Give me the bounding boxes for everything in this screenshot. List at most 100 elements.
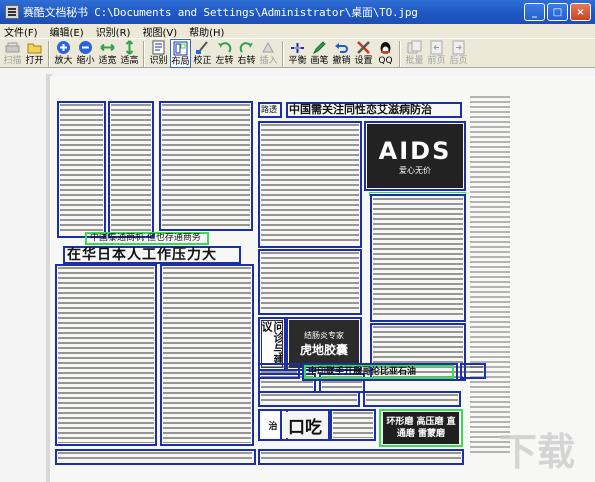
scan-button[interactable]: 扫描 xyxy=(2,39,23,68)
next-page-button[interactable]: 后页 xyxy=(448,39,469,68)
toolbar-separator xyxy=(282,41,284,67)
balance-icon xyxy=(290,40,305,55)
undo-icon xyxy=(334,40,349,55)
fit-width-icon xyxy=(100,40,115,55)
zoom-out-icon xyxy=(78,40,93,55)
toolbar-separator xyxy=(143,41,145,67)
menu-edit[interactable]: 编辑(E) xyxy=(50,24,84,39)
deskew-label: 校正 xyxy=(193,56,212,66)
qq-penguin-icon xyxy=(378,40,393,55)
layout-region[interactable] xyxy=(330,409,376,441)
fit-width-button[interactable]: 适宽 xyxy=(97,39,118,68)
image-region[interactable] xyxy=(379,409,463,447)
layout-region[interactable] xyxy=(363,391,461,407)
prev-page-label: 前页 xyxy=(427,56,446,66)
text-block xyxy=(470,96,510,456)
window-title: 赛酷文档秘书 C:\Documents and Settings\Adminis… xyxy=(23,6,418,19)
image-workspace[interactable]: 中国泰通商机 但也存通商务 在华日本人工作压力大 路透 中国需关注同性恋艾滋病防… xyxy=(0,68,595,482)
zoom-in-icon xyxy=(56,40,71,55)
image-region[interactable] xyxy=(280,409,330,441)
open-button[interactable]: 打开 xyxy=(24,39,45,68)
scanned-page[interactable]: 中国泰通商机 但也存通商务 在华日本人工作压力大 路透 中国需关注同性恋艾滋病防… xyxy=(50,76,595,482)
deskew-icon xyxy=(195,40,210,55)
image-region[interactable] xyxy=(364,121,466,191)
layout-region[interactable] xyxy=(55,449,256,465)
layout-region[interactable] xyxy=(55,264,157,446)
rotate-right-icon xyxy=(239,40,254,55)
layout-region[interactable] xyxy=(370,194,466,322)
folder-open-icon xyxy=(27,40,42,55)
layout-label: 布局 xyxy=(171,57,190,67)
bottom-headline: 中印联手开展哥伦比亚石油 xyxy=(308,367,417,377)
scanner-icon xyxy=(5,40,20,55)
prev-page-button[interactable]: 前页 xyxy=(426,39,447,68)
pen-button[interactable]: 画笔 xyxy=(309,39,330,68)
qq-button[interactable]: QQ xyxy=(375,39,396,68)
layout-region[interactable] xyxy=(258,449,464,465)
pen-label: 画笔 xyxy=(310,56,329,66)
insert-button[interactable]: 插入 xyxy=(258,39,279,68)
rotate-right-button[interactable]: 右转 xyxy=(236,39,257,68)
layout-region[interactable] xyxy=(258,363,300,379)
balance-label: 平衡 xyxy=(288,56,307,66)
fit-height-label: 适高 xyxy=(120,56,139,66)
pen-icon xyxy=(312,40,327,55)
toolbar-separator xyxy=(48,41,50,67)
small-label: 路透 xyxy=(261,105,277,114)
toolbar-separator xyxy=(399,41,401,67)
menu-file[interactable]: 文件(F) xyxy=(4,24,38,39)
rotate-left-label: 左转 xyxy=(215,56,234,66)
layout-region[interactable] xyxy=(159,101,253,231)
maximize-button[interactable]: □ xyxy=(547,3,568,21)
undo-button[interactable]: 撤销 xyxy=(331,39,352,68)
prev-page-icon xyxy=(429,40,444,55)
rotate-left-icon xyxy=(217,40,232,55)
undo-label: 撤销 xyxy=(332,56,351,66)
app-icon xyxy=(5,5,19,19)
zoom-out-button[interactable]: 缩小 xyxy=(75,39,96,68)
menu-help[interactable]: 帮助(H) xyxy=(189,24,224,39)
recognize-button[interactable]: 识别 xyxy=(148,39,169,68)
layout-region[interactable] xyxy=(57,101,106,238)
layout-region[interactable] xyxy=(108,101,154,238)
scan-label: 扫描 xyxy=(3,56,22,66)
next-page-label: 后页 xyxy=(449,56,468,66)
left-subheadline: 中国泰通商机 但也存通商务 xyxy=(90,233,201,243)
insert-label: 插入 xyxy=(259,56,278,66)
close-button[interactable]: × xyxy=(570,3,591,21)
batch-label: 批量 xyxy=(405,56,424,66)
layout-region[interactable] xyxy=(258,391,360,407)
tools-icon xyxy=(356,40,371,55)
batch-button[interactable]: 批量 xyxy=(404,39,425,68)
layout-button[interactable]: 布局 xyxy=(170,39,191,68)
zoom-in-label: 放大 xyxy=(54,56,73,66)
left-headline: 在华日本人工作压力大 xyxy=(67,247,217,263)
settings-label: 设置 xyxy=(354,56,373,66)
menu-recognize[interactable]: 识别(R) xyxy=(96,24,131,39)
layout-region[interactable] xyxy=(258,121,362,248)
rotate-right-label: 右转 xyxy=(237,56,256,66)
settings-button[interactable]: 设置 xyxy=(353,39,374,68)
balance-button[interactable]: 平衡 xyxy=(287,39,308,68)
menu-view[interactable]: 视图(V) xyxy=(142,24,177,39)
minimize-button[interactable]: _ xyxy=(524,3,545,21)
toolbar: 扫描 打开 放大 缩小 适宽 适高 识别 布局 校正 左转 右转 插入 平衡 画… xyxy=(0,38,595,68)
recognize-label: 识别 xyxy=(149,56,168,66)
title-bar: 赛酷文档秘书 C:\Documents and Settings\Adminis… xyxy=(0,0,595,24)
layout-icon xyxy=(173,41,188,56)
fit-height-button[interactable]: 适高 xyxy=(119,39,140,68)
insert-icon xyxy=(261,40,276,55)
deskew-button[interactable]: 校正 xyxy=(192,39,213,68)
recognize-icon xyxy=(151,40,166,55)
main-headline: 中国需关注同性恋艾滋病防治 xyxy=(289,103,432,116)
watermark: 下载 xyxy=(498,430,575,474)
batch-icon xyxy=(407,40,422,55)
fit-width-label: 适宽 xyxy=(98,56,117,66)
menu-bar: 文件(F) 编辑(E) 识别(R) 视图(V) 帮助(H) xyxy=(0,24,595,39)
zoom-in-button[interactable]: 放大 xyxy=(53,39,74,68)
layout-region[interactable] xyxy=(258,249,362,315)
layout-region[interactable] xyxy=(160,264,254,446)
open-label: 打开 xyxy=(25,56,44,66)
qq-label: QQ xyxy=(378,56,393,66)
rotate-left-button[interactable]: 左转 xyxy=(214,39,235,68)
